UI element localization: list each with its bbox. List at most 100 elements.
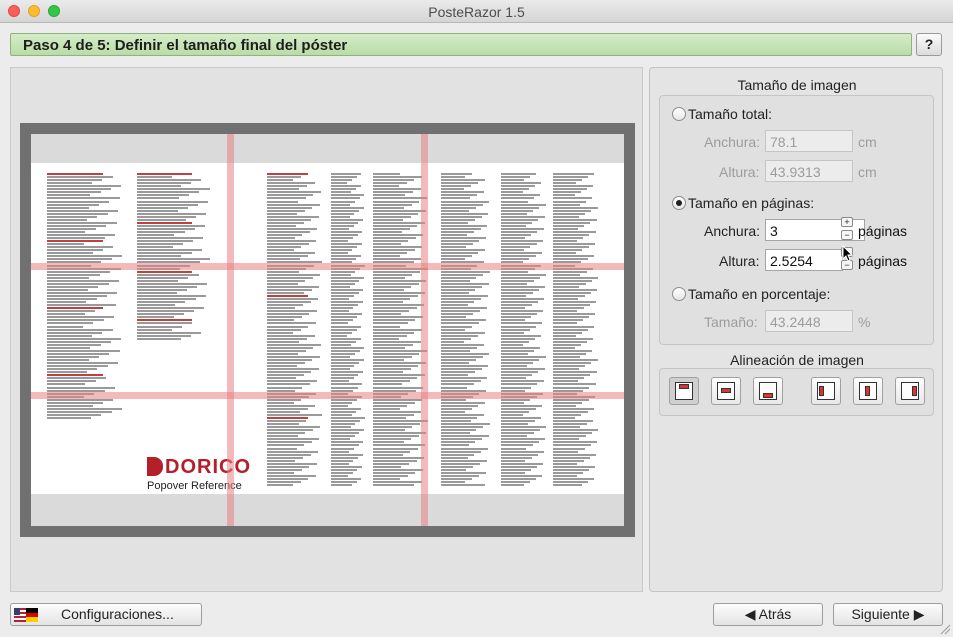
total-size-label: Tamaño total: <box>688 106 773 122</box>
preview-text-line <box>441 218 475 221</box>
preview-text-line <box>331 182 347 185</box>
preview-text-line <box>553 246 589 249</box>
preview-text-line <box>553 429 598 432</box>
settings-button[interactable]: Configuraciones... <box>10 603 202 626</box>
preview-text-line <box>373 356 412 358</box>
preview-text-line <box>267 282 298 285</box>
preview-text-line <box>47 206 89 209</box>
percent-size-field[interactable]: 43.2448 <box>765 310 853 332</box>
preview-text-line <box>373 380 410 383</box>
preview-text-line <box>373 377 417 380</box>
preview-text-line <box>47 340 111 343</box>
preview-text-line <box>137 288 187 291</box>
total-width-field[interactable]: 78.1 <box>765 130 853 152</box>
resize-grip-icon[interactable] <box>939 623 951 635</box>
preview-text-line <box>137 282 207 285</box>
align-bottom-button[interactable] <box>753 377 783 405</box>
preview-text-line <box>373 374 425 377</box>
preview-text-line <box>47 276 89 279</box>
preview-text-line <box>47 203 99 206</box>
preview-text-line <box>373 200 419 203</box>
preview-text-line <box>501 313 537 316</box>
preview-text-line <box>331 468 357 471</box>
preview-text-line <box>331 481 357 483</box>
percent-size-radio[interactable] <box>672 287 686 301</box>
preview-text-line <box>553 356 580 358</box>
preview-text-line <box>331 279 359 282</box>
preview-text-line <box>501 218 538 221</box>
preview-text-line <box>331 322 348 325</box>
preview-text-line <box>331 362 359 365</box>
align-center-button[interactable] <box>711 377 741 405</box>
preview-text-line <box>373 420 428 422</box>
preview-text-line <box>441 322 479 325</box>
preview-text-line <box>553 328 588 331</box>
preview-text-line <box>501 346 540 349</box>
preview-text-line <box>373 426 412 429</box>
preview-text-line <box>501 270 528 273</box>
preview-text-line <box>441 237 486 239</box>
align-top-button[interactable] <box>669 377 699 405</box>
preview-text-line <box>267 444 304 447</box>
preview-text-line <box>373 182 407 185</box>
preview-text-line <box>553 438 579 441</box>
preview-text-line <box>331 349 360 352</box>
help-button[interactable]: ? <box>916 33 942 56</box>
preview-text-line <box>373 413 414 416</box>
preview-text-line <box>267 465 309 468</box>
pages-height-field[interactable]: 2.5254 <box>765 249 843 271</box>
preview-text-line <box>267 313 309 316</box>
preview-text-line <box>47 221 117 224</box>
total-size-radio[interactable] <box>672 107 686 121</box>
preview-text-line <box>373 310 409 313</box>
preview-text-line <box>47 417 91 419</box>
preview-text-line <box>501 331 524 334</box>
total-height-field[interactable]: 43.9313 <box>765 160 853 182</box>
preview-text-line <box>267 255 308 258</box>
preview-text-line <box>441 420 471 422</box>
pages-width-label: Anchura: <box>704 223 761 239</box>
preview-text-line <box>331 456 358 459</box>
back-button[interactable]: ◀ Atrás <box>713 603 823 626</box>
preview-text-line <box>553 465 595 468</box>
align-left-button[interactable] <box>811 377 841 405</box>
total-width-unit: cm <box>858 134 877 150</box>
pages-size-radio[interactable] <box>672 196 686 210</box>
next-button[interactable]: Siguiente ▶ <box>833 603 943 626</box>
preview-text-line <box>441 359 476 361</box>
preview-text-line <box>47 237 105 239</box>
preview-text-line <box>47 227 96 230</box>
preview-text-line <box>47 185 121 188</box>
preview-text-line <box>331 185 361 188</box>
preview-text-line <box>267 337 307 340</box>
preview-text-line <box>553 209 591 212</box>
align-middle-button[interactable] <box>853 377 883 405</box>
preview-text-line <box>553 282 586 285</box>
preview-text-line <box>331 301 363 304</box>
align-right-button[interactable] <box>895 377 925 405</box>
preview-text-line <box>331 407 361 410</box>
preview-text-line <box>373 468 423 471</box>
preview-text-line <box>267 417 308 419</box>
preview-text-line <box>501 468 531 471</box>
preview-text-line <box>267 197 306 200</box>
preview-text-line <box>441 484 485 487</box>
width-increment-button[interactable]: + <box>841 217 853 227</box>
preview-text-line <box>331 471 353 474</box>
width-decrement-button[interactable]: − <box>841 230 853 240</box>
preview-text-line <box>441 371 475 374</box>
preview-text-line <box>331 230 362 233</box>
pages-size-label: Tamaño en páginas: <box>688 195 815 211</box>
preview-text-line <box>331 258 356 261</box>
preview-text-line <box>373 465 401 468</box>
preview-text-line <box>441 450 481 453</box>
preview-text-line <box>137 224 205 227</box>
preview-text-line <box>553 331 582 334</box>
preview-text-line <box>441 258 465 261</box>
preview-text-line <box>501 197 534 200</box>
preview-text-line <box>441 203 483 206</box>
preview-text-line <box>501 243 537 246</box>
preview-text-line <box>373 331 414 334</box>
preview-text-line <box>47 313 85 316</box>
preview-text-line <box>501 441 539 444</box>
